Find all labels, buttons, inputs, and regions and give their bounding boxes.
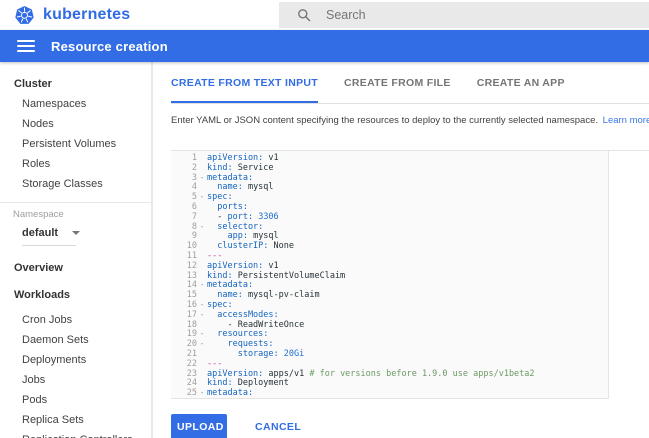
fold-gutter	[197, 203, 207, 213]
fold-marker-icon[interactable]: -	[197, 311, 207, 321]
kubernetes-logo-icon	[14, 5, 35, 26]
code-line: 15 name: mysql-pv-claim	[171, 291, 608, 301]
fold-gutter	[197, 154, 207, 164]
fold-gutter	[197, 360, 207, 370]
sidebar-item-overview[interactable]: Overview	[0, 258, 151, 278]
line-number: 25	[171, 389, 197, 399]
code-line: 10 clusterIP: None	[171, 242, 608, 252]
sidebar-item-cron-jobs[interactable]: Cron Jobs	[0, 310, 151, 330]
brand-logo-link[interactable]: kubernetes	[0, 5, 279, 26]
code-line: 21 storage: 20Gi	[171, 350, 608, 360]
tab-create-from-file[interactable]: CREATE FROM FILE	[344, 62, 451, 103]
namespace-select[interactable]: default	[22, 221, 76, 246]
brand-name: kubernetes	[43, 6, 130, 24]
cancel-button[interactable]: CANCEL	[249, 420, 307, 434]
search-icon	[297, 8, 311, 22]
sidebar-item-namespaces[interactable]: Namespaces	[0, 94, 151, 114]
page-title: Resource creation	[51, 39, 168, 54]
upload-button[interactable]: UPLOAD	[171, 414, 227, 438]
tab-bar: CREATE FROM TEXT INPUT CREATE FROM FILE CR…	[171, 62, 649, 104]
sidebar-label-namespace: Namespace	[0, 203, 151, 221]
fold-marker-icon[interactable]: -	[197, 174, 207, 184]
fold-gutter	[197, 242, 207, 252]
toolbar: Resource creation	[0, 30, 649, 62]
app-header: kubernetes	[0, 0, 649, 30]
code-text: metadata:	[207, 389, 253, 399]
sidebar-item-storage-classes[interactable]: Storage Classes	[0, 174, 151, 194]
fold-gutter	[197, 232, 207, 242]
sidebar-item-replication-controllers[interactable]: Replication Controllers	[0, 430, 151, 438]
search-bar[interactable]	[279, 2, 649, 28]
sidebar-item-workloads[interactable]: Workloads	[0, 285, 151, 305]
content-area: CREATE FROM TEXT INPUT CREATE FROM FILE CR…	[153, 62, 649, 438]
fold-marker-icon[interactable]: -	[197, 281, 207, 291]
fold-marker-icon[interactable]: -	[197, 389, 207, 399]
code-pane[interactable]: 1apiVersion: v12kind: Service3-metadata:…	[171, 151, 608, 399]
menu-hamburger-icon[interactable]	[17, 37, 35, 55]
fold-gutter	[197, 370, 207, 380]
search-input[interactable]	[324, 7, 548, 23]
sidebar-item-roles[interactable]: Roles	[0, 154, 151, 174]
tab-create-an-app[interactable]: CREATE AN APP	[477, 62, 565, 103]
fold-marker-icon[interactable]: -	[197, 223, 207, 233]
fold-gutter	[197, 350, 207, 360]
tab-create-from-text-input[interactable]: CREATE FROM TEXT INPUT	[171, 62, 318, 103]
action-buttons: UPLOAD CANCEL	[171, 414, 649, 438]
namespace-select-value: default	[22, 227, 58, 239]
sidebar-item-nodes[interactable]: Nodes	[0, 114, 151, 134]
yaml-editor: 1apiVersion: v12kind: Service3-metadata:…	[171, 150, 649, 399]
sidebar-item-pods[interactable]: Pods	[0, 390, 151, 410]
sidebar-item-deployments[interactable]: Deployments	[0, 350, 151, 370]
fold-marker-icon[interactable]: -	[197, 193, 207, 203]
fold-gutter	[197, 262, 207, 272]
sidebar-item-jobs[interactable]: Jobs	[0, 370, 151, 390]
sidebar-item-cluster[interactable]: Cluster	[0, 74, 151, 94]
sidebar: ClusterNamespacesNodesPersistent Volumes…	[0, 62, 153, 438]
code-line: 4 name: mysql	[171, 183, 608, 193]
editor-scrollbar[interactable]	[608, 151, 649, 399]
learn-more-link[interactable]: Learn more	[603, 115, 649, 126]
sidebar-item-daemon-sets[interactable]: Daemon Sets	[0, 330, 151, 350]
fold-gutter	[197, 252, 207, 262]
app-window: kubernetes Resource creation ClusterName…	[0, 0, 649, 438]
sidebar-item-persistent-volumes[interactable]: Persistent Volumes	[0, 134, 151, 154]
sidebar-item-replica-sets[interactable]: Replica Sets	[0, 410, 151, 430]
description-text: Enter YAML or JSON content specifying th…	[171, 115, 598, 126]
fold-marker-icon[interactable]: -	[197, 340, 207, 350]
chevron-down-icon	[72, 231, 80, 235]
code-line: 25-metadata:	[171, 389, 608, 399]
editor-description: Enter YAML or JSON content specifying th…	[171, 114, 649, 128]
